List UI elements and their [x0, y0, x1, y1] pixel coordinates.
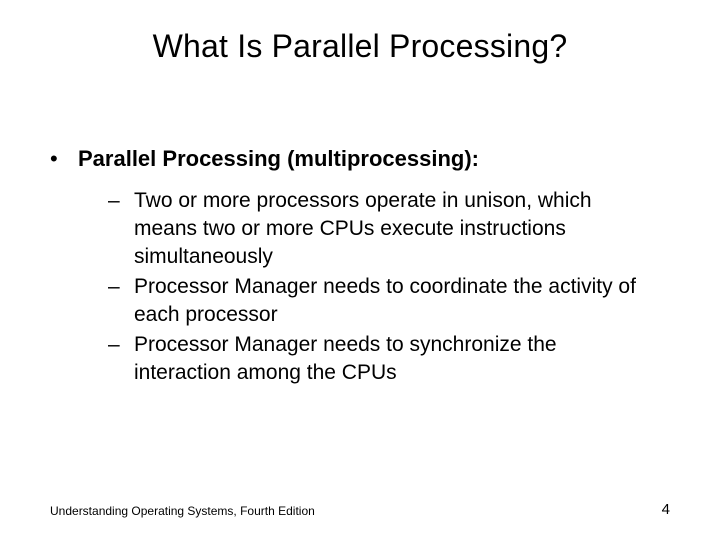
dash-marker: – — [108, 187, 134, 215]
footer-source: Understanding Operating Systems, Fourth … — [50, 504, 315, 518]
slide-title: What Is Parallel Processing? — [0, 0, 720, 75]
slide: What Is Parallel Processing? • Parallel … — [0, 0, 720, 540]
sub-text: Processor Manager needs to synchronize t… — [134, 331, 650, 387]
bullet-item: • Parallel Processing (multiprocessing): — [50, 145, 670, 173]
sub-list: – Two or more processors operate in unis… — [50, 181, 670, 387]
page-number: 4 — [662, 501, 670, 518]
sub-text: Two or more processors operate in unison… — [134, 187, 650, 271]
dash-marker: – — [108, 273, 134, 301]
sub-item: – Processor Manager needs to coordinate … — [108, 273, 650, 329]
slide-content: • Parallel Processing (multiprocessing):… — [0, 75, 720, 387]
bullet-marker: • — [50, 145, 78, 173]
sub-text: Processor Manager needs to coordinate th… — [134, 273, 650, 329]
sub-item: – Two or more processors operate in unis… — [108, 187, 650, 271]
dash-marker: – — [108, 331, 134, 359]
footer: Understanding Operating Systems, Fourth … — [50, 501, 670, 518]
bullet-label: Parallel Processing (multiprocessing): — [78, 145, 479, 173]
sub-item: – Processor Manager needs to synchronize… — [108, 331, 650, 387]
